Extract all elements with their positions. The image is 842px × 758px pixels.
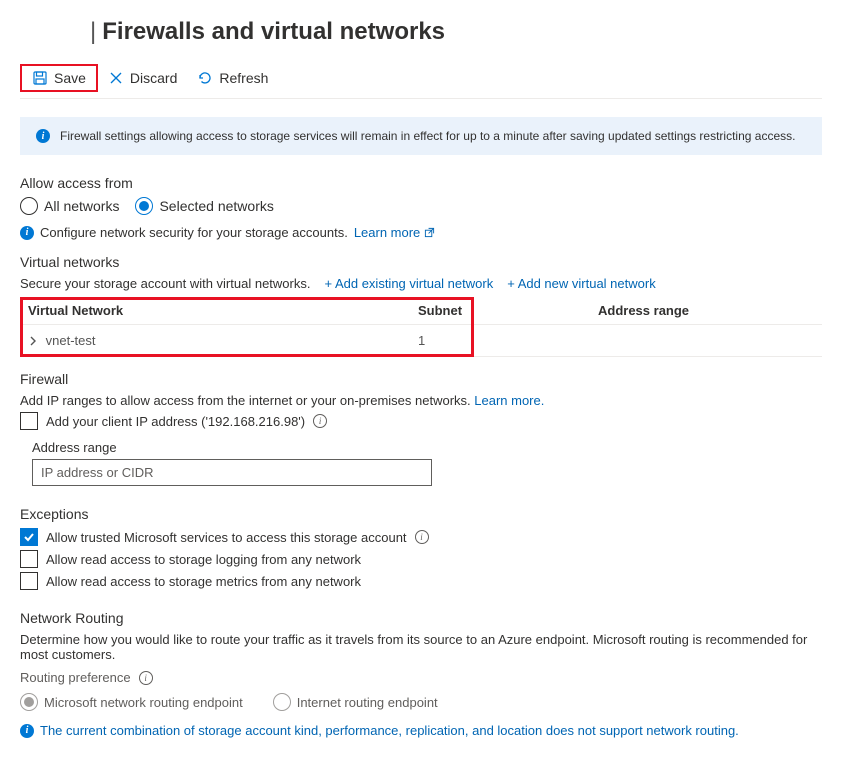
radio-icon [20, 197, 38, 215]
info-icon: i [36, 129, 50, 143]
vnet-table: Virtual Network Subnet Address range vne… [20, 297, 822, 357]
radio-icon [273, 693, 291, 711]
save-label: Save [54, 70, 86, 86]
address-range-label: Address range [32, 440, 822, 455]
access-radio-group: All networks Selected networks [20, 197, 822, 215]
vnet-desc-row: Secure your storage account with virtual… [20, 276, 822, 291]
vnet-subnet: 1 [410, 325, 590, 357]
checkbox-client-ip[interactable]: Add your client IP address ('192.168.216… [20, 412, 822, 430]
vnet-title: Virtual networks [20, 254, 822, 270]
radio-all-networks[interactable]: All networks [20, 197, 119, 215]
page-title: Firewalls and virtual networks [102, 18, 445, 46]
col-range: Address range [590, 297, 822, 325]
save-button[interactable]: Save [20, 64, 98, 92]
checkbox-icon [20, 550, 38, 568]
discard-label: Discard [130, 70, 177, 86]
refresh-label: Refresh [219, 70, 268, 86]
address-range-input[interactable] [32, 459, 432, 486]
allow-access-title: Allow access from [20, 175, 822, 191]
external-link-icon [424, 227, 435, 238]
checkbox-icon [20, 412, 38, 430]
col-vnet: Virtual Network [20, 297, 410, 325]
checkbox-logging-access[interactable]: Allow read access to storage logging fro… [20, 550, 822, 568]
checkbox-icon [20, 528, 38, 546]
info-icon: i [20, 226, 34, 240]
info-icon: i [20, 724, 34, 738]
firewall-learn-more-link[interactable]: Learn more. [474, 393, 544, 408]
exceptions-title: Exceptions [20, 506, 822, 522]
access-learn-more-link[interactable]: Learn more [354, 225, 435, 240]
refresh-icon [197, 70, 213, 86]
toolbar: Save Discard Refresh [20, 58, 822, 99]
checkbox-icon [20, 572, 38, 590]
discard-button[interactable]: Discard [98, 66, 187, 90]
info-icon[interactable]: i [139, 671, 153, 685]
checkbox-trusted-services[interactable]: Allow trusted Microsoft services to acce… [20, 528, 822, 546]
firewall-desc: Add IP ranges to allow access from the i… [20, 393, 822, 408]
chevron-right-icon [28, 334, 38, 349]
access-hint: i Configure network security for your st… [20, 225, 822, 240]
info-icon[interactable]: i [415, 530, 429, 544]
radio-icon [20, 693, 38, 711]
radio-internet-routing: Internet routing endpoint [273, 693, 438, 711]
add-existing-vnet-link[interactable]: + Add existing virtual network [324, 276, 493, 291]
routing-desc: Determine how you would like to route yo… [20, 632, 822, 662]
add-new-vnet-link[interactable]: + Add new virtual network [507, 276, 656, 291]
routing-title: Network Routing [20, 610, 822, 626]
table-row[interactable]: vnet-test 1 [20, 325, 822, 357]
close-icon [108, 70, 124, 86]
routing-pref-label-row: Routing preference i [20, 670, 822, 685]
info-icon[interactable]: i [313, 414, 327, 428]
firewall-title: Firewall [20, 371, 822, 387]
routing-radio-group: Microsoft network routing endpoint Inter… [20, 693, 822, 711]
radio-selected-networks[interactable]: Selected networks [135, 197, 273, 215]
info-banner-text: Firewall settings allowing access to sto… [60, 129, 795, 143]
refresh-button[interactable]: Refresh [187, 66, 278, 90]
save-icon [32, 70, 48, 86]
checkbox-metrics-access[interactable]: Allow read access to storage metrics fro… [20, 572, 822, 590]
radio-ms-routing: Microsoft network routing endpoint [20, 693, 243, 711]
radio-icon [135, 197, 153, 215]
page-header: |Firewalls and virtual networks [20, 0, 822, 58]
routing-warning: i The current combination of storage acc… [20, 723, 822, 738]
col-subnet: Subnet [410, 297, 590, 325]
vnet-name: vnet-test [46, 333, 96, 348]
info-banner: i Firewall settings allowing access to s… [20, 117, 822, 155]
vnet-table-container: Virtual Network Subnet Address range vne… [20, 297, 822, 357]
